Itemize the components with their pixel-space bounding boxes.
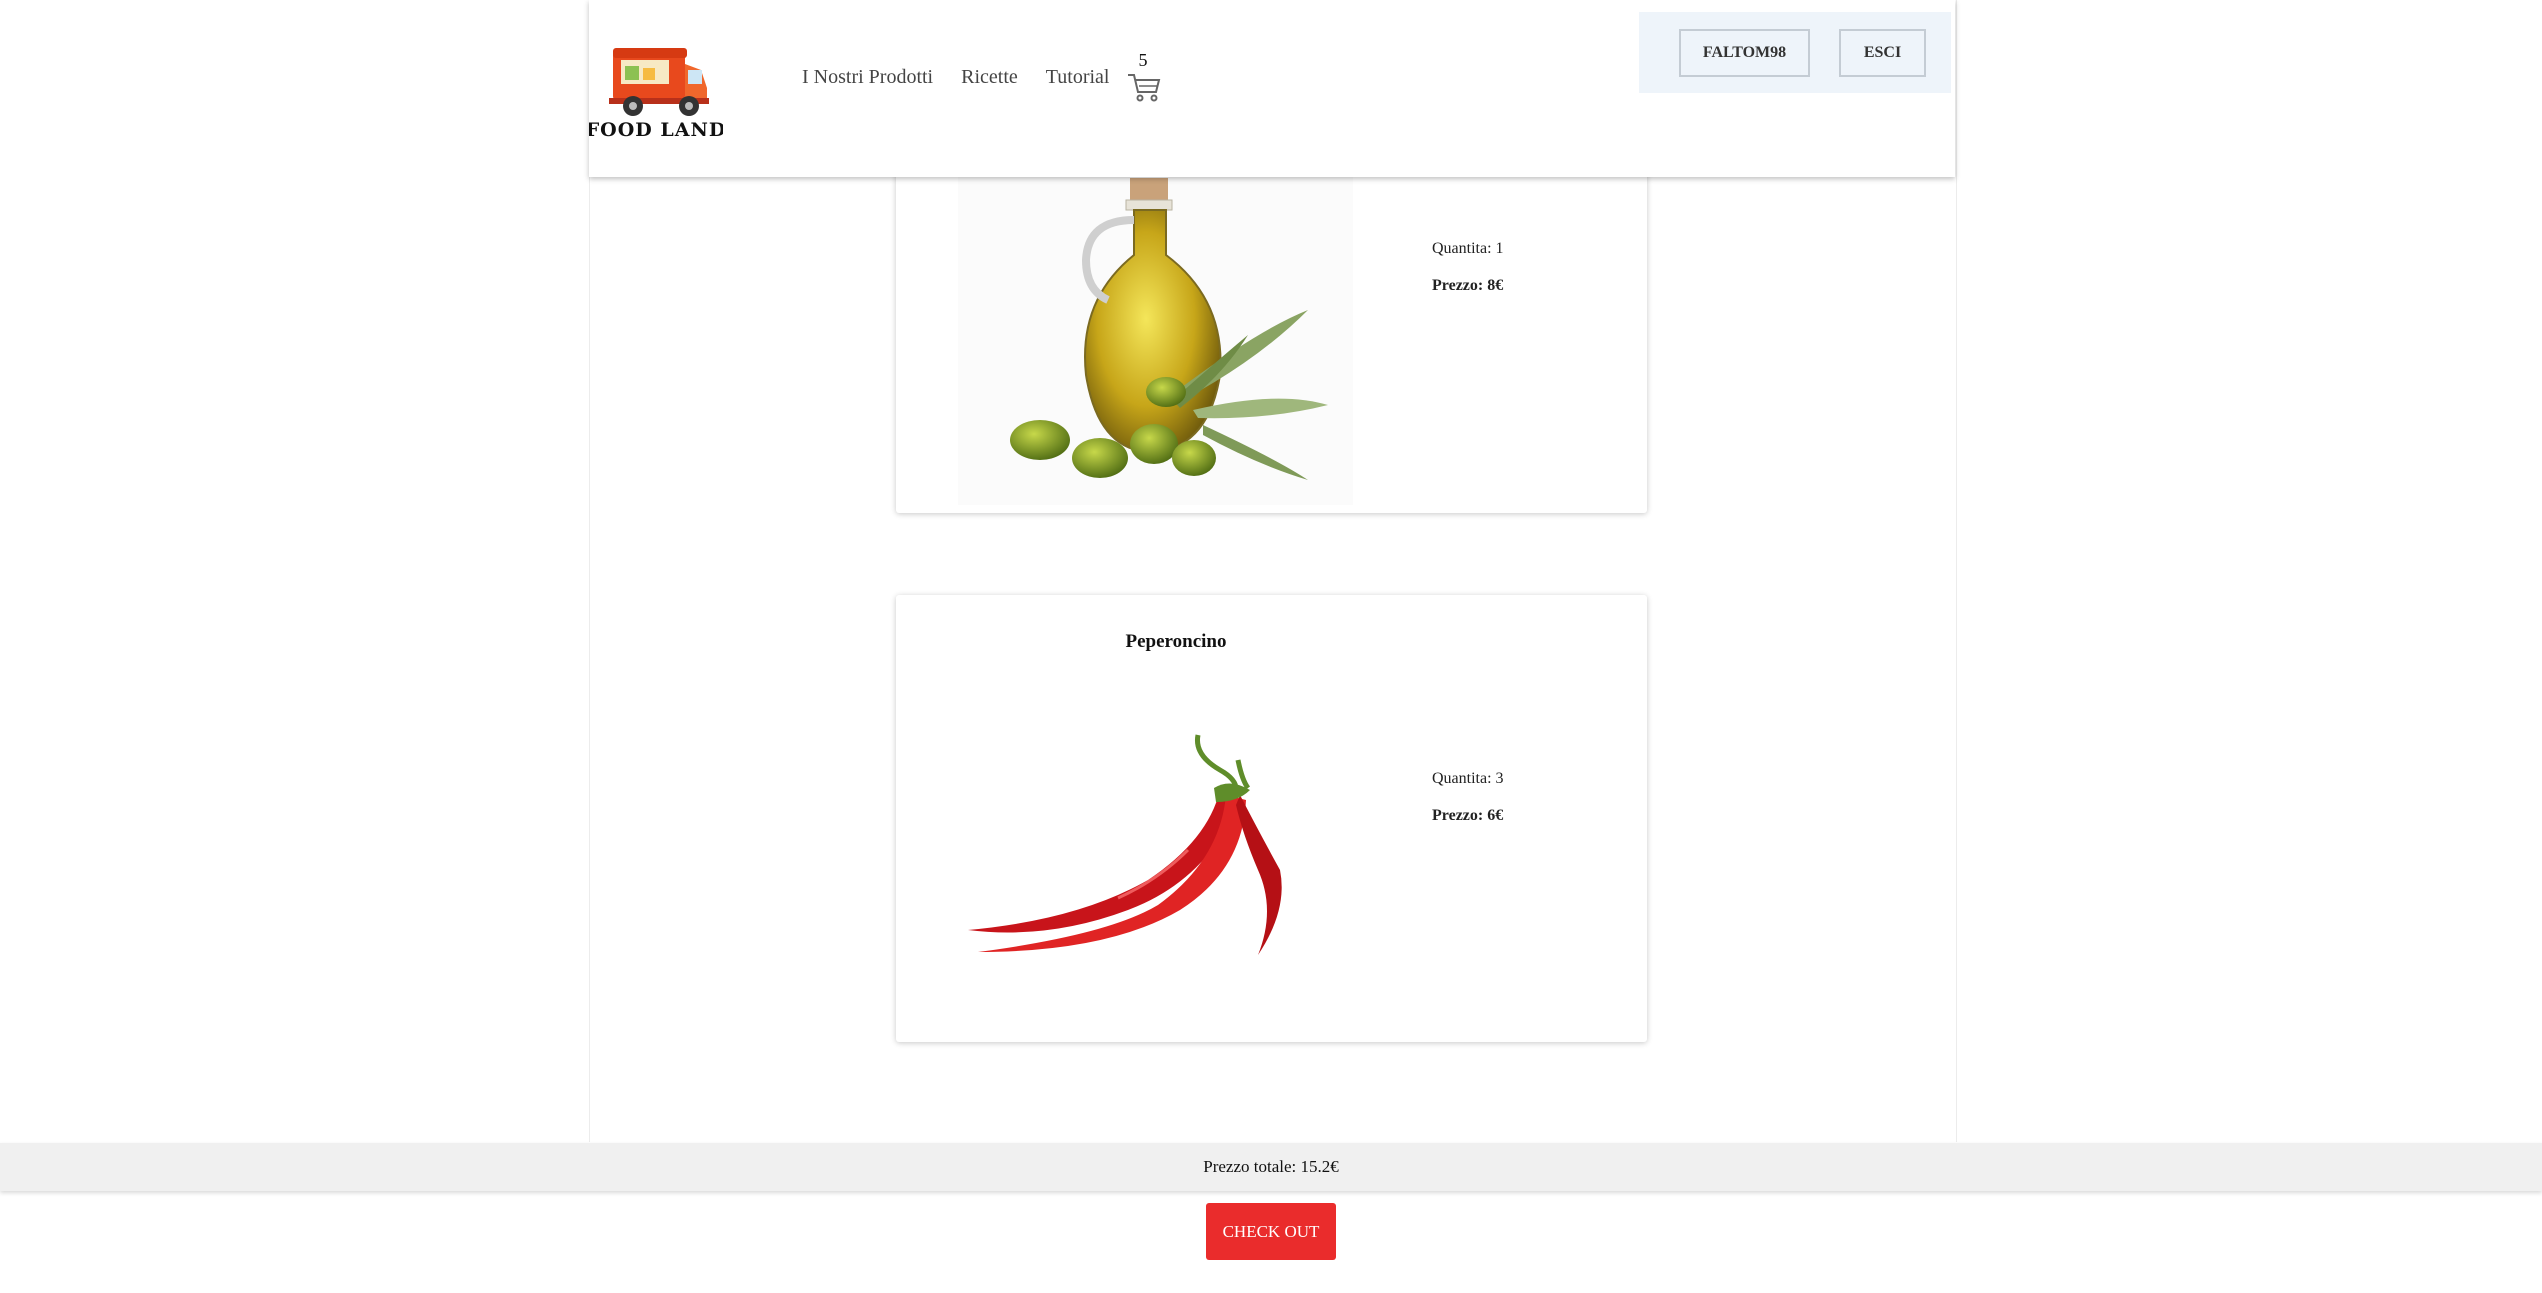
total-price-bar: Prezzo totale: 15.2€ [0,1143,2542,1191]
main-nav: I Nostri Prodotti Ricette Tutorial [802,66,1138,89]
cart-icon [1128,74,1161,102]
food-land-logo[interactable]: FOOD LAND [586,40,725,141]
logout-button[interactable]: ESCI [1839,29,1926,77]
cart-count-badge: 5 [1138,50,1148,70]
olive-oil-info: Quantita: 1 Prezzo: 8€ [1432,240,1504,295]
nav-item-tutorial[interactable]: Tutorial [1046,66,1110,89]
product-card-peperoncino: Peperoncino Quantita: 3 Prezzo: 6€ [896,595,1647,1042]
price-text: Prezzo: 6€ [1432,807,1504,824]
checkout-button[interactable]: CHECK OUT [1206,1203,1336,1260]
nav-item-ricette[interactable]: Ricette [961,66,1018,89]
price-text: Prezzo: 8€ [1432,277,1504,294]
quantity-text: Quantita: 1 [1432,240,1504,257]
user-account-button[interactable]: FALTOM98 [1679,29,1810,77]
top-header: FOOD LAND I Nostri Prodotti Ricette Tuto… [586,0,1955,177]
quantity-text: Quantita: 3 [1432,770,1504,787]
nav-item-prodotti[interactable]: I Nostri Prodotti [802,66,933,89]
olive-oil-image [958,160,1353,505]
logo-text: FOOD LAND [589,119,723,140]
peperoncino-info: Quantita: 3 Prezzo: 6€ [1432,770,1504,825]
user-panel: FALTOM98 ESCI [1639,12,1951,93]
total-price-text: Prezzo totale: 15.2€ [1203,1157,1339,1176]
cart-button[interactable]: 5 [1123,50,1163,110]
product-card-olive-oil: Quantita: 1 Prezzo: 8€ [896,150,1647,513]
product-name: Peperoncino [1125,631,1227,652]
chili-image [958,730,1288,965]
